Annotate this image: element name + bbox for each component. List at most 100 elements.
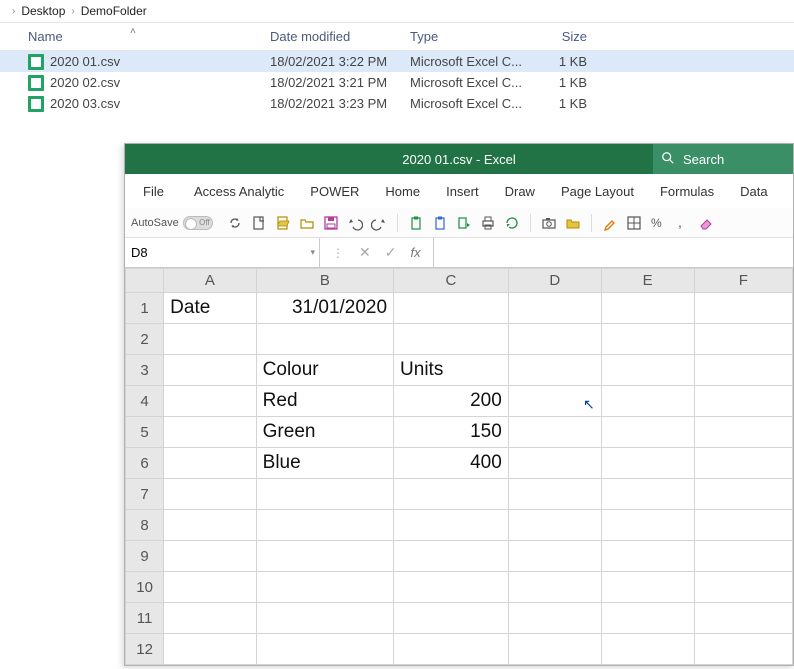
row-header[interactable]: 3 [126, 355, 164, 386]
cell-F3[interactable] [694, 355, 792, 386]
cell-F7[interactable] [694, 479, 792, 510]
cell-A9[interactable] [164, 541, 256, 572]
cell-C1[interactable] [394, 293, 509, 324]
cell-A10[interactable] [164, 572, 256, 603]
name-box[interactable]: D8 ▾ [125, 238, 320, 267]
cell-A4[interactable] [164, 386, 256, 417]
row-header[interactable]: 12 [126, 634, 164, 665]
cell-D8[interactable] [508, 510, 601, 541]
open-folder-icon[interactable] [297, 213, 317, 233]
cell-E7[interactable] [601, 479, 694, 510]
cell-B10[interactable] [256, 572, 393, 603]
cell-C7[interactable] [394, 479, 509, 510]
cell-B12[interactable] [256, 634, 393, 665]
row-header[interactable]: 2 [126, 324, 164, 355]
cell-C3[interactable]: Units [394, 355, 509, 386]
cell-F10[interactable] [694, 572, 792, 603]
cell-A5[interactable] [164, 417, 256, 448]
cell-F4[interactable] [694, 386, 792, 417]
cell-C5[interactable]: 150 [394, 417, 509, 448]
cell-C11[interactable] [394, 603, 509, 634]
breadcrumb[interactable]: › Desktop › DemoFolder [0, 0, 794, 23]
cell-C8[interactable] [394, 510, 509, 541]
more-icon[interactable]: ⋮ [332, 246, 345, 260]
clipboard-icon[interactable] [406, 213, 426, 233]
cell-E8[interactable] [601, 510, 694, 541]
ribbon-tab[interactable]: Draw [495, 184, 545, 199]
cell-A11[interactable] [164, 603, 256, 634]
cell-F5[interactable] [694, 417, 792, 448]
cell-B9[interactable] [256, 541, 393, 572]
cell-A1[interactable]: Date [164, 293, 256, 324]
cell-B11[interactable] [256, 603, 393, 634]
file-row[interactable]: 2020 03.csv18/02/2021 3:23 PMMicrosoft E… [0, 93, 794, 114]
column-date-header[interactable]: Date modified [270, 29, 410, 44]
cell-D12[interactable] [508, 634, 601, 665]
ribbon-tab[interactable]: File [133, 184, 174, 199]
cell-B1[interactable]: 31/01/2020 [256, 293, 393, 324]
cell-D2[interactable] [508, 324, 601, 355]
cell-E11[interactable] [601, 603, 694, 634]
fx-icon[interactable]: fx [410, 245, 420, 260]
column-header[interactable]: E [601, 269, 694, 293]
row-header[interactable]: 11 [126, 603, 164, 634]
ribbon-tab[interactable]: Formulas [650, 184, 724, 199]
autosave-control[interactable]: AutoSave Off [131, 216, 213, 230]
cell-B5[interactable]: Green [256, 417, 393, 448]
paint-icon[interactable] [600, 213, 620, 233]
column-header[interactable]: A [164, 269, 256, 293]
cell-C6[interactable]: 400 [394, 448, 509, 479]
cell-C12[interactable] [394, 634, 509, 665]
dropdown-icon[interactable]: ▾ [310, 247, 315, 258]
print-icon[interactable] [478, 213, 498, 233]
explorer-columns-header[interactable]: Name ˄ Date modified Type Size [0, 23, 794, 51]
cancel-icon[interactable]: ✕ [359, 244, 371, 261]
ribbon-tab[interactable]: POWER [300, 184, 369, 199]
cell-E2[interactable] [601, 324, 694, 355]
cell-D9[interactable] [508, 541, 601, 572]
column-type-header[interactable]: Type [410, 29, 530, 44]
cell-D6[interactable] [508, 448, 601, 479]
cell-F12[interactable] [694, 634, 792, 665]
cell-F11[interactable] [694, 603, 792, 634]
cell-A2[interactable] [164, 324, 256, 355]
cell-C10[interactable] [394, 572, 509, 603]
eraser-icon[interactable] [696, 213, 716, 233]
cell-E4[interactable] [601, 386, 694, 417]
cell-B8[interactable] [256, 510, 393, 541]
cell-B6[interactable]: Blue [256, 448, 393, 479]
row-header[interactable]: 10 [126, 572, 164, 603]
cell-D1[interactable] [508, 293, 601, 324]
clipboard-arrow-icon[interactable] [454, 213, 474, 233]
row-header[interactable]: 7 [126, 479, 164, 510]
file-row[interactable]: 2020 01.csv18/02/2021 3:22 PMMicrosoft E… [0, 51, 794, 72]
column-size-header[interactable]: Size [530, 29, 595, 44]
cell-D11[interactable] [508, 603, 601, 634]
cell-E3[interactable] [601, 355, 694, 386]
cell-A7[interactable] [164, 479, 256, 510]
autosave-toggle[interactable]: Off [183, 216, 213, 230]
cell-A6[interactable] [164, 448, 256, 479]
column-header[interactable]: C [394, 269, 509, 293]
row-header[interactable]: 5 [126, 417, 164, 448]
ribbon-tab[interactable]: Data [730, 184, 777, 199]
ribbon-tab[interactable]: Access Analytic [184, 184, 294, 199]
row-header[interactable]: 6 [126, 448, 164, 479]
breadcrumb-segment[interactable]: DemoFolder [81, 4, 147, 18]
ribbon-tab[interactable]: Insert [436, 184, 489, 199]
comma-icon[interactable]: , [672, 213, 692, 233]
spreadsheet-grid[interactable]: ABCDEF1Date31/01/202023ColourUnits4Red20… [125, 268, 793, 665]
cell-F1[interactable] [694, 293, 792, 324]
row-header[interactable]: 8 [126, 510, 164, 541]
cell-F6[interactable] [694, 448, 792, 479]
column-header[interactable]: F [694, 269, 792, 293]
column-header[interactable]: B [256, 269, 393, 293]
clipboard-alt-icon[interactable] [430, 213, 450, 233]
cell-E12[interactable] [601, 634, 694, 665]
row-header[interactable]: 1 [126, 293, 164, 324]
percent-icon[interactable]: % [648, 213, 668, 233]
new-file-icon[interactable] [249, 213, 269, 233]
undo-icon[interactable] [345, 213, 365, 233]
cell-E1[interactable] [601, 293, 694, 324]
save-icon[interactable] [321, 213, 341, 233]
